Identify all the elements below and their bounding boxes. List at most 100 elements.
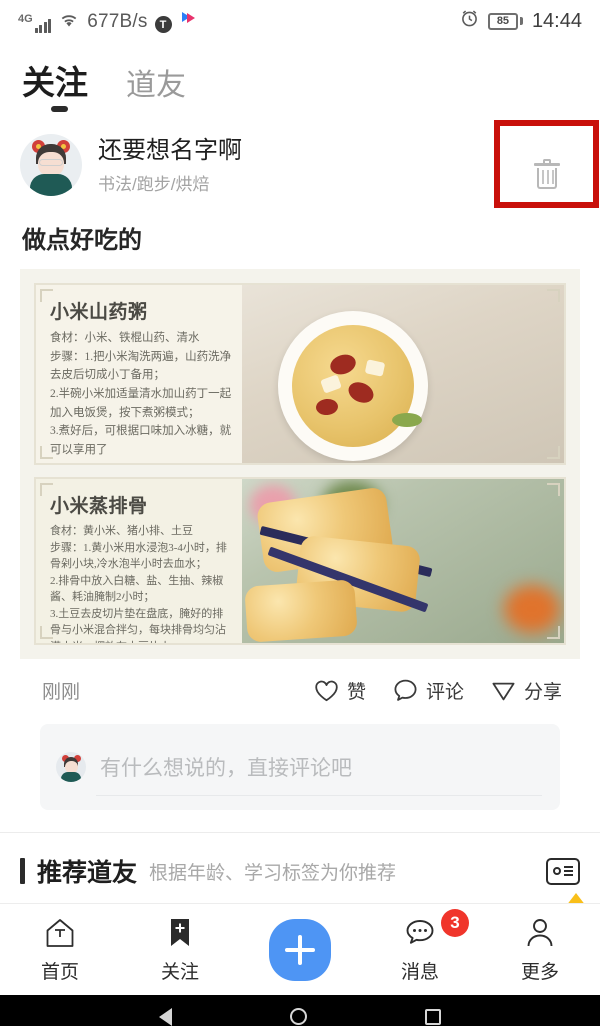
add-button[interactable] xyxy=(269,918,331,981)
person-icon xyxy=(523,916,557,950)
comment-input[interactable]: 有什么想说的，直接评论吧 xyxy=(40,724,560,810)
heart-icon xyxy=(313,677,340,704)
home-icon[interactable] xyxy=(290,1008,307,1025)
card-corner-icon xyxy=(547,483,560,496)
nav-item-messages[interactable]: 3 消息 xyxy=(360,908,480,984)
recipe-text: 小米山药粥 食材：小米、铁棍山药、清水 步骤：1.把小米淘洗两遍，山药洗净去皮后… xyxy=(36,285,242,463)
battery-indicator: 85 xyxy=(487,12,518,30)
share-icon xyxy=(490,677,517,704)
wifi-icon xyxy=(58,11,80,33)
nav-item-more[interactable]: 更多 xyxy=(480,916,600,984)
app-root: 4G 677B/s T 85 14:44 关注 道友 还要想名字啊 书法/跑步/… xyxy=(0,0,600,1026)
android-navigation-bar xyxy=(0,995,600,1026)
nav-item-home[interactable]: 首页 xyxy=(0,916,120,984)
recommend-subtitle: 根据年龄、学习标签为你推荐 xyxy=(149,862,397,884)
like-button[interactable]: 赞 xyxy=(313,677,366,704)
comment-placeholder: 有什么想说的，直接评论吧 xyxy=(100,757,352,780)
recipe-photo-congee xyxy=(242,285,564,463)
post-actions: 赞 评论 分享 xyxy=(313,677,562,704)
card-corner-icon xyxy=(547,626,560,639)
feed-post: 还要想名字啊 书法/跑步/烘焙 做点好吃的 小米山药粥 食材：小米、铁棍山药、清… xyxy=(0,116,600,810)
nav-label-messages: 消息 xyxy=(400,961,439,983)
post-media: 小米山药粥 食材：小米、铁棍山药、清水 步骤：1.把小米淘洗两遍，山药洗净去皮后… xyxy=(20,269,580,659)
jujube-shape xyxy=(315,398,339,416)
card-corner-icon xyxy=(40,289,53,302)
card-corner-icon xyxy=(547,289,560,302)
jujube-shape xyxy=(345,378,377,407)
message-badge: 3 xyxy=(441,908,469,937)
recipe-body: 食材：小米、铁棍山药、清水 步骤：1.把小米淘洗两遍，山药洗净去皮后切成小丁备用… xyxy=(50,332,232,456)
garnish-shape xyxy=(392,413,422,427)
tab-friends[interactable]: 道友 xyxy=(126,60,186,116)
comment-label: 评论 xyxy=(425,682,464,703)
comment-icon xyxy=(392,677,419,704)
comment-button[interactable]: 评论 xyxy=(392,677,464,704)
bowl-shape xyxy=(278,311,428,461)
post-user-info: 还要想名字啊 书法/跑步/烘焙 xyxy=(98,136,242,195)
tab-friends-label: 道友 xyxy=(126,69,186,102)
back-icon[interactable] xyxy=(159,1007,172,1026)
post-action-bar: 刚刚 赞 评论 分享 xyxy=(20,659,580,718)
network-speed-label: 677B/s xyxy=(87,11,148,32)
nav-label-more: 更多 xyxy=(520,961,559,983)
status-bar-right: 85 14:44 xyxy=(460,9,582,33)
tab-following[interactable]: 关注 xyxy=(22,56,88,116)
yam-piece-shape xyxy=(320,374,342,394)
avatar[interactable] xyxy=(20,134,82,196)
like-label: 赞 xyxy=(346,682,366,703)
recent-apps-icon[interactable] xyxy=(425,1008,441,1025)
battery-cap-icon xyxy=(519,17,523,25)
recipe-card-ribs[interactable]: 小米蒸排骨 食材：黄小米、猪小排、土豆 步骤：1.黄小米用水浸泡3-4小时，排骨… xyxy=(34,477,566,645)
post-timestamp: 刚刚 xyxy=(42,682,81,703)
recipe-title: 小米山药粥 xyxy=(50,302,148,323)
recommend-section: 推荐道友 根据年龄、学习标签为你推荐 xyxy=(0,833,600,889)
share-label: 分享 xyxy=(523,682,562,703)
tab-following-label: 关注 xyxy=(22,64,88,101)
status-bar: 4G 677B/s T 85 14:44 xyxy=(0,0,600,42)
congee-shape xyxy=(292,325,414,447)
share-button[interactable]: 分享 xyxy=(490,677,562,704)
bookmark-plus-icon xyxy=(163,916,197,950)
yam-piece-shape xyxy=(364,359,386,377)
status-bar-left: 4G 677B/s T xyxy=(18,9,198,33)
card-corner-icon xyxy=(40,483,53,496)
comment-divider xyxy=(96,795,542,796)
nav-label-home: 首页 xyxy=(40,961,79,983)
tab-bar: 关注 道友 xyxy=(0,42,600,116)
add-icon xyxy=(285,934,315,965)
contact-card-icon[interactable] xyxy=(546,857,580,885)
trash-icon xyxy=(533,159,560,189)
card-corner-icon xyxy=(547,446,560,459)
recipe-photo-ribs xyxy=(242,479,564,643)
bottom-nav-bar: 首页 关注 3 消息 更多 xyxy=(0,903,600,995)
comment-avatar xyxy=(56,752,86,782)
user-name: 还要想名字啊 xyxy=(98,136,242,164)
section-accent-bar xyxy=(20,858,25,884)
rib-shape xyxy=(244,579,358,643)
video-app-icon xyxy=(179,9,198,33)
recipe-text: 小米蒸排骨 食材：黄小米、猪小排、土豆 步骤：1.黄小米用水浸泡3-4小时，排骨… xyxy=(36,479,242,643)
tab-active-indicator xyxy=(51,106,68,112)
delete-button[interactable] xyxy=(494,120,599,208)
card-corner-icon xyxy=(40,446,53,459)
nav-label-following: 关注 xyxy=(160,961,199,983)
nav-item-add[interactable] xyxy=(240,918,360,981)
signal-bars-icon xyxy=(34,17,52,33)
network-type-label: 4G xyxy=(18,13,33,25)
recipe-body: 食材：黄小米、猪小排、土豆 步骤：1.黄小米用水浸泡3-4小时，排骨剁小块,冷水… xyxy=(50,525,227,643)
alarm-icon xyxy=(460,9,479,33)
comment-area: 有什么想说的，直接评论吧 xyxy=(20,718,580,810)
nav-item-following[interactable]: 关注 xyxy=(120,916,240,984)
jujube-shape xyxy=(327,351,359,378)
clock-label: 14:44 xyxy=(531,9,582,32)
avatar-body xyxy=(30,174,72,196)
recommend-title: 推荐道友 xyxy=(37,859,138,887)
user-tags: 书法/跑步/烘焙 xyxy=(98,174,210,194)
message-icon: 3 xyxy=(403,908,469,950)
tencent-icon: T xyxy=(154,16,172,33)
card-corner-icon xyxy=(40,626,53,639)
home-icon xyxy=(43,916,77,950)
recipe-card-congee[interactable]: 小米山药粥 食材：小米、铁棍山药、清水 步骤：1.把小米淘洗两遍，山药洗净去皮后… xyxy=(34,283,566,465)
recipe-title: 小米蒸排骨 xyxy=(50,496,148,517)
